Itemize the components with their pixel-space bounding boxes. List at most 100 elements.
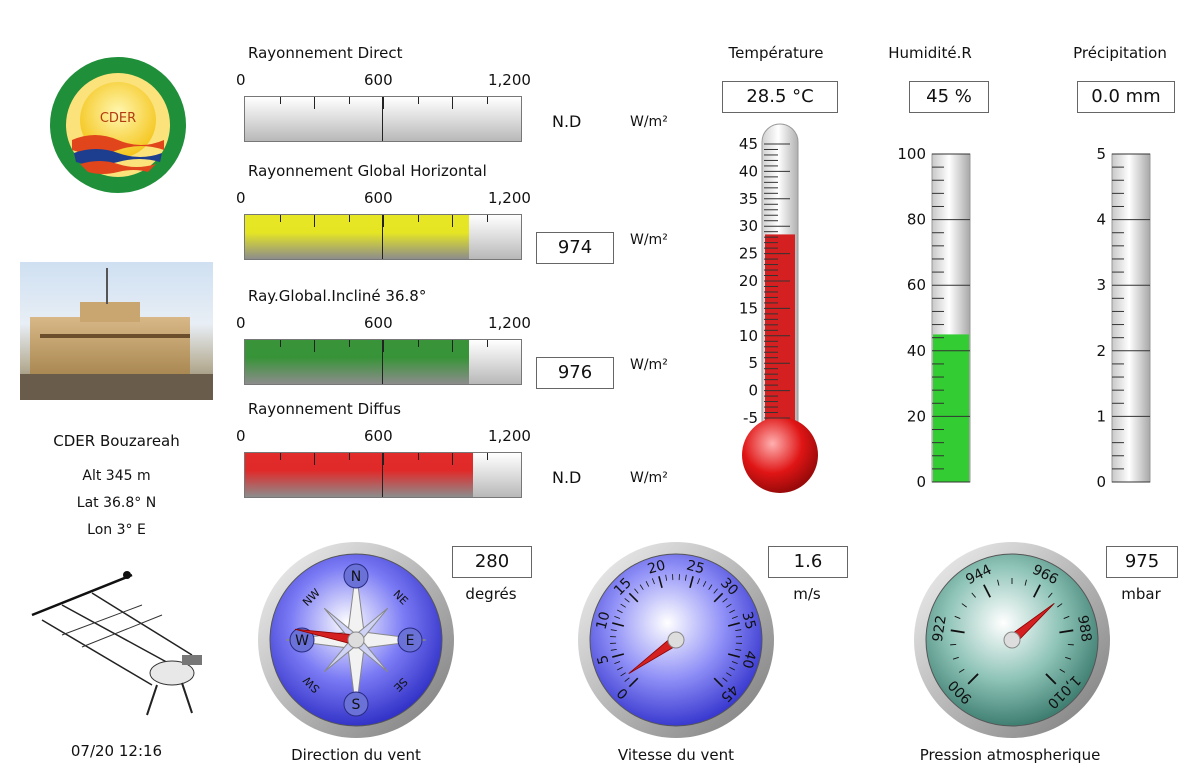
thermometer-tick-label: 30 <box>739 217 758 235</box>
radiation-bar-tick <box>314 340 315 352</box>
thermometer-tick-label: 15 <box>739 299 758 317</box>
radiation-bar-0 <box>244 96 522 142</box>
thermometer-bulb <box>742 417 818 493</box>
thermometer-tick-label: 10 <box>739 327 758 345</box>
thermometer-tick-label: 5 <box>748 354 758 372</box>
pressure-value: 975 <box>1106 546 1178 578</box>
radiation-bar-tick <box>348 215 350 222</box>
radiation-bar-tick <box>383 340 384 352</box>
radiation-unit: W/m² <box>630 470 668 486</box>
compass-cardinal-label: W <box>295 633 309 649</box>
svg-text:CDER: CDER <box>100 111 136 126</box>
precipitation-gauge: 5 4 3 2 1 0 <box>1096 145 1151 491</box>
radiation-bar-2 <box>244 339 522 385</box>
radiation-bar-tick <box>314 215 315 227</box>
radiation-scale-label: 1,200 <box>488 314 531 332</box>
station-name: CDER Bouzareah <box>53 432 180 450</box>
instrument-sketch-icon <box>31 571 202 716</box>
cder-logo: CDER <box>48 50 188 200</box>
station-photo <box>20 262 213 400</box>
wind-speed-hub <box>667 631 685 649</box>
prec-tube <box>1111 153 1151 483</box>
radiation-scale-label: 600 <box>364 427 393 445</box>
radiation-bar-tick <box>417 340 419 347</box>
hum-tick-label: 80 <box>907 211 926 229</box>
radiation-bar-tick <box>383 97 384 109</box>
radiation-bar-tick <box>279 453 281 460</box>
prec-tick-label: 3 <box>1096 276 1106 294</box>
station-altitude: Alt 345 m <box>82 468 151 484</box>
radiation-bar-tick <box>279 215 281 222</box>
hum-tick-label: 0 <box>916 473 926 491</box>
wind-direction-dial: NESWNESESWNW <box>258 542 454 738</box>
radiation-value-3: N.D <box>552 468 582 487</box>
thermometer-tick-label: 0 <box>748 382 758 400</box>
wind-direction-title: Direction du vent <box>291 746 421 764</box>
radiation-bar-tick <box>452 215 453 227</box>
radiation-value-1: 974 <box>536 232 614 264</box>
radiation-bar-tick <box>279 340 281 347</box>
wind-speed-value: 1.6 <box>768 546 848 578</box>
cder-logo-icon: CDER <box>50 57 186 193</box>
radiation-bar-tick <box>348 453 350 460</box>
wind-speed-title: Vitesse du vent <box>617 746 735 764</box>
radiation-unit: W/m² <box>630 357 668 373</box>
radiation-bar-midline <box>382 453 383 497</box>
radiation-bar-tick <box>452 340 453 352</box>
thermometer-tick-label: 40 <box>739 162 758 180</box>
radiation-title-3: Rayonnement Diffus <box>248 400 401 418</box>
pressure-hub <box>1003 631 1021 649</box>
radiation-scale-label: 0 <box>236 189 246 207</box>
pressure-title: Pression atmospherique <box>919 746 1101 764</box>
radiation-unit: W/m² <box>630 232 668 248</box>
radiation-bar-tick <box>314 97 315 109</box>
radiation-bar-tick <box>279 97 281 104</box>
thermometer-tick-label: 20 <box>739 272 758 290</box>
radiation-bar-tick <box>452 97 453 109</box>
radiation-bar-tick <box>417 97 419 104</box>
radiation-title-0: Rayonnement Direct <box>248 44 403 62</box>
radiation-scale-label: 0 <box>236 427 246 445</box>
station-longitude: Lon 3° E <box>87 522 146 538</box>
radiation-scale-label: 600 <box>364 189 393 207</box>
pressure-unit: mbar <box>1121 585 1161 603</box>
hum-fill <box>933 334 969 482</box>
radiation-bar-3 <box>244 452 522 498</box>
radiation-bar-tick <box>486 453 488 460</box>
compass-cardinal-label: S <box>352 697 361 713</box>
wind-direction-hub <box>347 631 365 649</box>
hum-tick-label: 60 <box>907 276 926 294</box>
hum-tick-label: 20 <box>907 407 926 425</box>
radiation-value-2: 976 <box>536 357 614 389</box>
prec-tick-label: 2 <box>1096 342 1106 360</box>
radiation-bar-tick <box>486 215 488 222</box>
humidity-title: Humidité.R <box>888 44 972 62</box>
radiation-bar-tick <box>348 340 350 347</box>
radiation-value-0: N.D <box>552 112 582 131</box>
radiation-title-2: Ray.Global.Incliné 36.8° <box>248 287 427 305</box>
radiation-bar-tick <box>417 215 419 222</box>
humidity-value: 45 % <box>909 81 989 113</box>
radiation-bar-tick <box>383 215 384 227</box>
radiation-bar-tick <box>383 453 384 465</box>
radiation-scale-label: 1,200 <box>488 189 531 207</box>
radiation-scale-label: 600 <box>364 314 393 332</box>
prec-tick-label: 1 <box>1096 407 1106 425</box>
radiation-scale-label: 600 <box>364 71 393 89</box>
pressure-dial: 900922944 9669881,010 <box>914 542 1110 738</box>
thermometer-tick-label: 35 <box>739 190 758 208</box>
thermometer-tick-label: -5 <box>743 409 758 427</box>
radiation-title-1: Rayonnement Global Horizontal <box>248 162 487 180</box>
radiation-bar-tick <box>486 340 488 347</box>
prec-tick-label: 4 <box>1096 211 1106 229</box>
radiation-scale-label: 0 <box>236 314 246 332</box>
prec-tick-label: 5 <box>1096 145 1106 163</box>
prec-tick-label: 0 <box>1096 473 1106 491</box>
hum-tick-label: 100 <box>897 145 926 163</box>
radiation-bar-tick <box>452 453 453 465</box>
radiation-unit: W/m² <box>630 114 668 130</box>
thermometer-fill <box>765 234 795 430</box>
temperature-value: 28.5 °C <box>722 81 838 113</box>
radiation-scale-label: 1,200 <box>488 71 531 89</box>
temperature-title: Température <box>728 44 824 62</box>
